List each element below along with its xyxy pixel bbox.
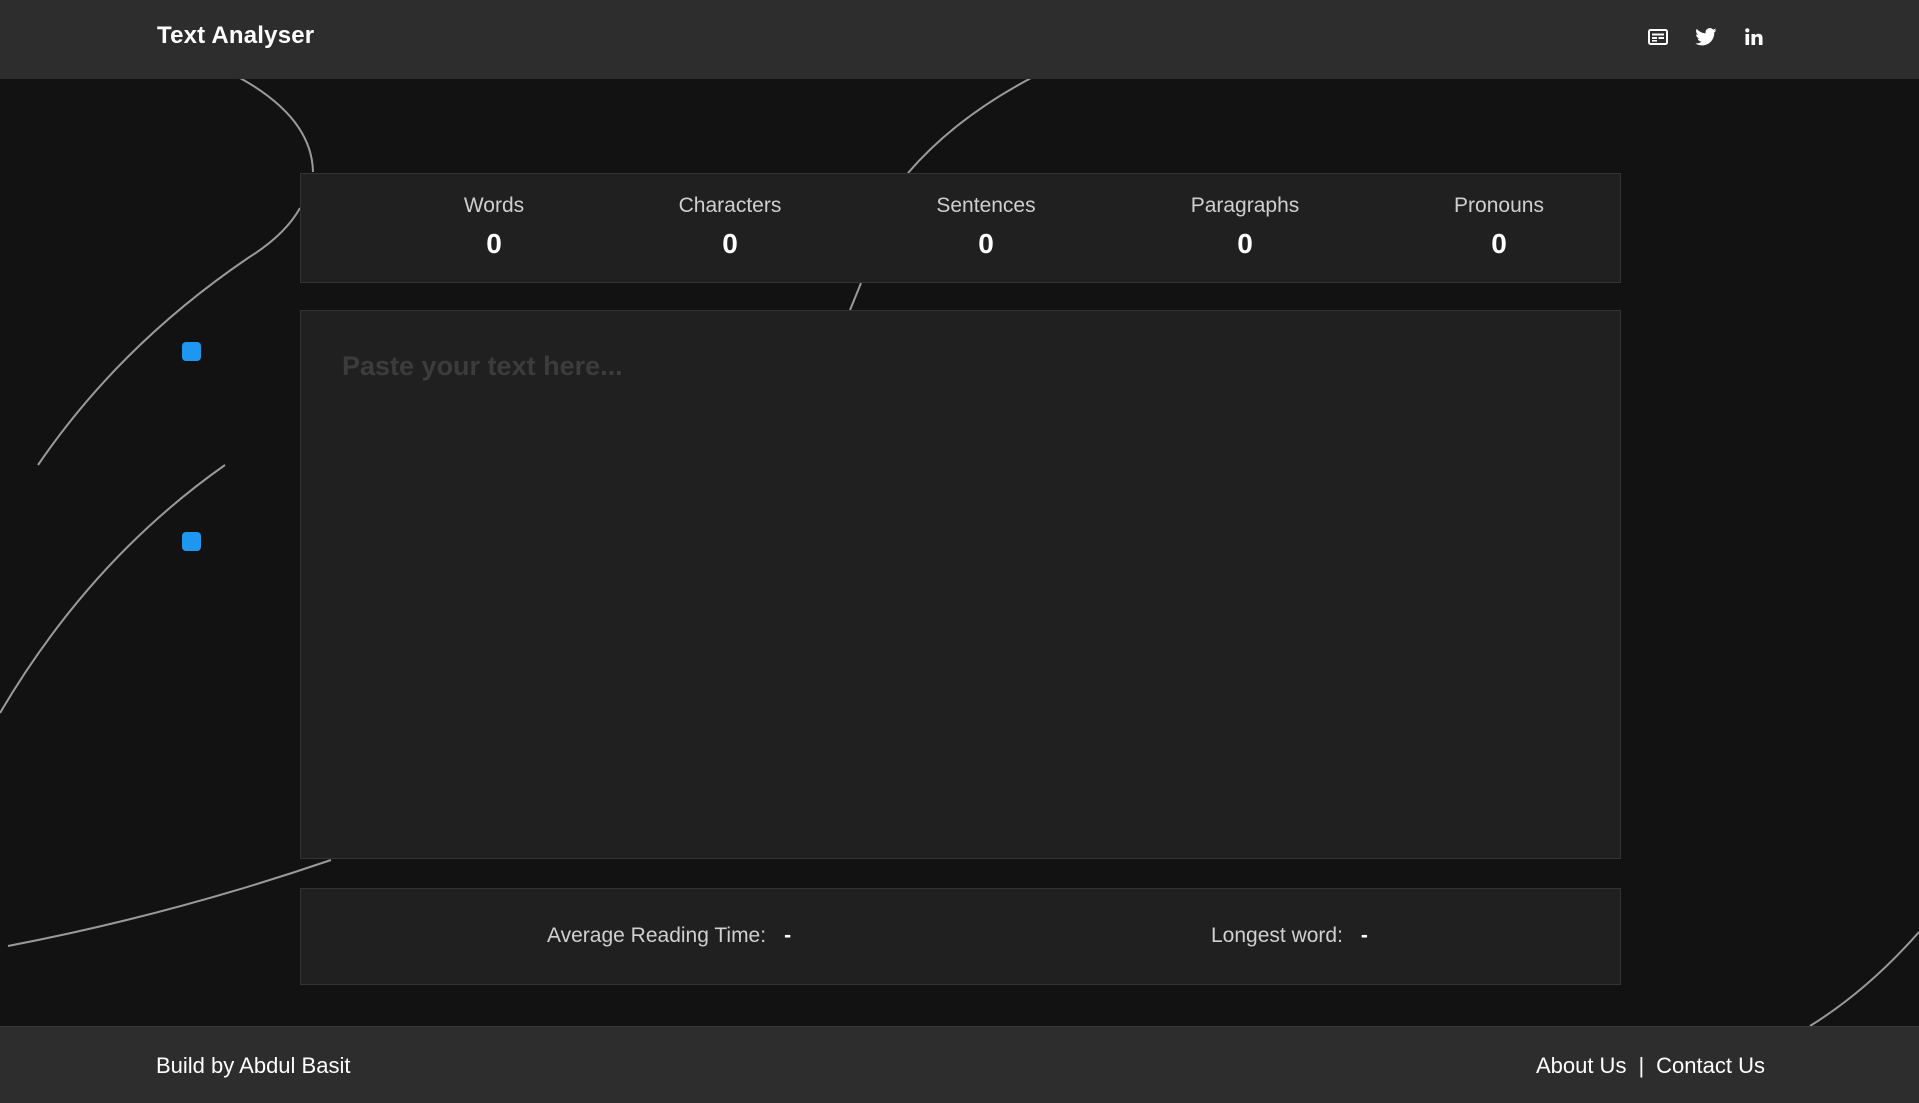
stat-label: Sentences bbox=[936, 194, 1036, 217]
page: Text Analyser Words 0 Characters 0 Sente… bbox=[0, 0, 1919, 1103]
longest-word: Longest word: - bbox=[1211, 924, 1368, 948]
blog-icon[interactable] bbox=[1645, 24, 1671, 50]
contact-us-link[interactable]: Contact Us bbox=[1656, 1053, 1765, 1079]
twitter-icon[interactable] bbox=[1693, 24, 1719, 50]
stat-value: 0 bbox=[722, 228, 738, 260]
footer: Build by Abdul Basit About Us | Contact … bbox=[0, 1026, 1919, 1103]
stat-value: 0 bbox=[1491, 228, 1507, 260]
text-input-panel bbox=[300, 310, 1621, 859]
app-title: Text Analyser bbox=[157, 22, 315, 49]
footer-links: About Us | Contact Us bbox=[1536, 1053, 1765, 1079]
stat-value: 0 bbox=[486, 228, 502, 260]
average-reading-time: Average Reading Time: - bbox=[547, 924, 791, 948]
stat-label: Characters bbox=[678, 194, 782, 217]
stats-bar: Words 0 Characters 0 Sentences 0 Paragra… bbox=[300, 173, 1621, 283]
stat-label: Words bbox=[463, 194, 525, 217]
text-input[interactable] bbox=[301, 311, 1620, 858]
stat-label: Paragraphs bbox=[1190, 194, 1300, 217]
stat-value: 0 bbox=[1237, 228, 1253, 260]
top-navbar: Text Analyser bbox=[0, 0, 1919, 79]
social-links bbox=[1645, 24, 1767, 50]
linkedin-icon[interactable] bbox=[1741, 24, 1767, 50]
summary-bar: Average Reading Time: - Longest word: - bbox=[300, 888, 1621, 985]
footer-credit: Build by Abdul Basit bbox=[156, 1053, 351, 1078]
side-dot bbox=[182, 532, 201, 551]
stat-words: Words 0 bbox=[394, 193, 594, 260]
stat-characters: Characters 0 bbox=[630, 193, 830, 260]
reading-time-label: Average Reading Time: bbox=[547, 924, 767, 947]
longest-word-value: - bbox=[1360, 924, 1368, 947]
footer-separator: | bbox=[1638, 1053, 1645, 1078]
side-dot bbox=[182, 342, 201, 361]
stat-pronouns: Pronouns 0 bbox=[1399, 193, 1599, 260]
stat-sentences: Sentences 0 bbox=[886, 193, 1086, 260]
stat-label: Pronouns bbox=[1454, 194, 1544, 217]
about-us-link[interactable]: About Us bbox=[1536, 1053, 1627, 1079]
stat-value: 0 bbox=[978, 228, 994, 260]
reading-time-value: - bbox=[784, 924, 792, 947]
longest-word-label: Longest word: bbox=[1211, 924, 1343, 947]
stat-paragraphs: Paragraphs 0 bbox=[1145, 193, 1345, 260]
